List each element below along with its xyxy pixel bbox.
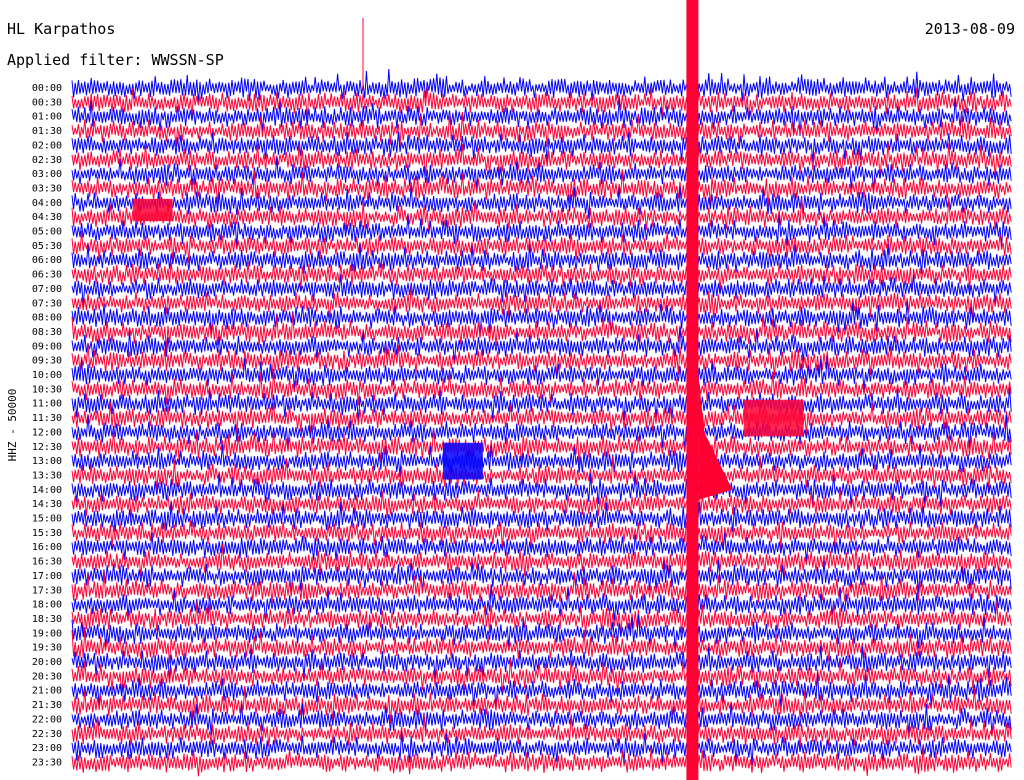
- helicorder-plot: 00:00 00:30 01:00 01:30 02:00 02:30 03:00 03:30…: [6, 0, 1012, 780]
- row-time-labels: 00:00 00:30 01:00 01:30 02:00 02:30 03:00 03:30…: [32, 83, 62, 768]
- row-time-label: 00:00: [32, 83, 62, 94]
- row-time-label: 02:00: [32, 140, 62, 151]
- row-time-label: 15:00: [32, 514, 62, 525]
- row-time-label: 09:00: [32, 341, 62, 352]
- row-time-label: 04:00: [32, 198, 62, 209]
- row-time-label: 05:00: [32, 227, 62, 238]
- row-time-label: 20:30: [32, 671, 62, 682]
- row-time-label: 23:30: [32, 757, 62, 768]
- row-time-label: 13:00: [32, 456, 62, 467]
- row-time-label: 01:30: [32, 126, 62, 137]
- event-mark: [132, 198, 173, 222]
- row-time-label: 08:30: [32, 327, 62, 338]
- row-time-label: 20:00: [32, 657, 62, 668]
- row-time-label: 14:30: [32, 499, 62, 510]
- event-mark: [686, 0, 699, 780]
- row-time-label: 17:30: [32, 585, 62, 596]
- row-time-label: 22:30: [32, 729, 62, 740]
- row-time-label: 12:00: [32, 427, 62, 438]
- row-time-label: 23:00: [32, 743, 62, 754]
- row-time-label: 02:30: [32, 155, 62, 166]
- row-time-label: 19:00: [32, 628, 62, 639]
- row-time-label: 07:00: [32, 284, 62, 295]
- row-time-label: 01:00: [32, 112, 62, 123]
- row-time-label: 11:00: [32, 399, 62, 410]
- row-time-label: 16:30: [32, 557, 62, 568]
- row-time-label: 10:30: [32, 384, 62, 395]
- row-time-label: 22:00: [32, 714, 62, 725]
- row-time-label: 14:00: [32, 485, 62, 496]
- row-time-label: 17:00: [32, 571, 62, 582]
- row-time-label: 10:00: [32, 370, 62, 381]
- row-time-label: 15:30: [32, 528, 62, 539]
- row-time-label: 11:30: [32, 413, 62, 424]
- row-time-label: 04:30: [32, 212, 62, 223]
- row-time-label: 03:00: [32, 169, 62, 180]
- row-time-label: 12:30: [32, 442, 62, 453]
- event-mark: [743, 399, 804, 437]
- row-time-label: 07:30: [32, 298, 62, 309]
- row-time-label: 19:30: [32, 643, 62, 654]
- row-time-label: 08:00: [32, 313, 62, 324]
- row-time-label: 06:00: [32, 255, 62, 266]
- event-mark: [442, 442, 483, 480]
- row-time-label: 00:30: [32, 97, 62, 108]
- seismogram-traces: [71, 68, 1012, 777]
- row-time-label: 16:00: [32, 542, 62, 553]
- row-time-label: 18:00: [32, 600, 62, 611]
- row-time-label: 21:00: [32, 686, 62, 697]
- row-time-label: 21:30: [32, 700, 62, 711]
- y-axis-label: HHZ - 50000: [6, 389, 19, 462]
- row-time-label: 03:30: [32, 183, 62, 194]
- row-time-label: 13:30: [32, 470, 62, 481]
- row-time-label: 05:30: [32, 241, 62, 252]
- row-time-label: 18:30: [32, 614, 62, 625]
- row-time-label: 09:30: [32, 356, 62, 367]
- row-time-label: 06:30: [32, 270, 62, 281]
